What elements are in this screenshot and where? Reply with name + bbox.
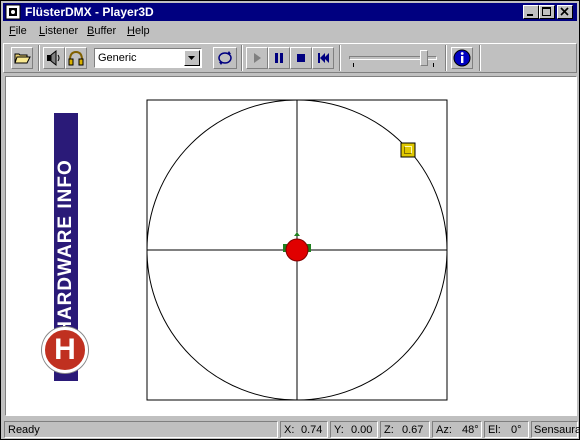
toolbar-separator [339, 45, 341, 71]
stop-icon [297, 54, 305, 62]
status-z-label: Z: [384, 424, 394, 436]
toolbar-separator [479, 45, 481, 71]
pause-button[interactable] [268, 47, 290, 69]
status-message: Ready [8, 424, 40, 436]
menu-help-label: elp [134, 25, 150, 37]
status-device: Sensaura [534, 424, 580, 436]
status-message-panel: Ready [4, 421, 278, 438]
info-icon [453, 49, 471, 67]
play-button[interactable] [246, 47, 268, 69]
position-field[interactable] [146, 99, 448, 401]
play-icon [254, 53, 261, 63]
rewind-icon [318, 53, 329, 63]
about-button[interactable] [451, 47, 473, 69]
canvas-area: HARDWARE INFO H [5, 76, 577, 416]
hardware-info-logo: HARDWARE INFO H [42, 113, 102, 381]
volume-slider[interactable] [347, 49, 443, 69]
maximize-button[interactable] [539, 5, 555, 19]
chevron-down-icon [188, 56, 195, 60]
status-x-label: X: [284, 424, 295, 436]
toolbar-separator [38, 45, 40, 71]
status-elevation-panel: El: 0° [484, 421, 529, 438]
menu-buffer[interactable]: Buffer [87, 25, 116, 37]
logo-badge-letter: H [54, 333, 76, 366]
volume-slider-thumb[interactable] [420, 50, 428, 66]
rewind-button[interactable] [312, 47, 334, 69]
minimize-icon [527, 14, 533, 16]
sound-source-icon[interactable] [400, 142, 416, 158]
menu-listener-label: istener [45, 25, 79, 37]
toolbar-separator [241, 45, 243, 71]
title-bar[interactable]: FlüsterDMX - Player3D [3, 3, 577, 21]
status-x-panel: X: 0.74 [280, 421, 328, 438]
status-x-value: 0.74 [301, 424, 323, 436]
menu-file-accel: F [9, 25, 16, 37]
app-window: FlüsterDMX - Player3D File Listener Buff… [0, 0, 580, 440]
menu-help-accel: H [127, 25, 135, 37]
menu-file[interactable]: File [9, 25, 27, 37]
menu-help[interactable]: Help [127, 25, 150, 37]
logo-badge: H [42, 327, 88, 373]
menu-bar: File Listener Buffer Help [3, 22, 577, 41]
close-icon [560, 7, 569, 16]
status-y-panel: Y: 0.00 [330, 421, 378, 438]
preset-dropdown-button[interactable] [184, 50, 200, 66]
app-icon [5, 4, 21, 20]
status-y-label: Y: [334, 424, 344, 436]
stop-button[interactable] [290, 47, 312, 69]
volume-tick [353, 63, 354, 67]
loop-button[interactable] [213, 47, 237, 69]
status-elevation-value: 0° [511, 424, 522, 436]
status-y-value: 0.00 [351, 424, 373, 436]
toolbar-separator [445, 45, 447, 71]
maximize-icon [542, 7, 551, 16]
status-azimuth-panel: Az: 48° [432, 421, 482, 438]
close-button[interactable] [557, 5, 573, 19]
folder-open-icon [14, 53, 31, 64]
status-bar: Ready X: 0.74 Y: 0.00 Z: 0.67 Az: 48° El… [3, 420, 580, 439]
menu-buffer-label: uffer [94, 25, 117, 37]
headphones-mode-button[interactable] [65, 47, 87, 69]
loop-icon [218, 51, 232, 65]
pause-icon [275, 53, 283, 63]
preset-select[interactable]: Generic [94, 48, 202, 68]
menu-file-label: ile [15, 25, 27, 37]
speaker-mode-button[interactable] [43, 47, 65, 69]
volume-tick [433, 63, 434, 67]
status-azimuth-label: Az: [436, 424, 452, 436]
minimize-button[interactable] [523, 5, 539, 19]
status-azimuth-value: 48° [462, 424, 479, 436]
menu-listener[interactable]: Listener [39, 25, 78, 37]
status-z-value: 0.67 [402, 424, 424, 436]
status-device-panel: Sensaura [531, 421, 580, 438]
window-title: FlüsterDMX - Player3D [25, 5, 154, 19]
status-elevation-label: El: [488, 424, 501, 436]
open-file-button[interactable] [11, 47, 33, 69]
speaker-icon [47, 49, 60, 67]
status-z-panel: Z: 0.67 [380, 421, 430, 438]
preset-select-value: Generic [98, 52, 137, 64]
headphones-icon [68, 50, 84, 66]
